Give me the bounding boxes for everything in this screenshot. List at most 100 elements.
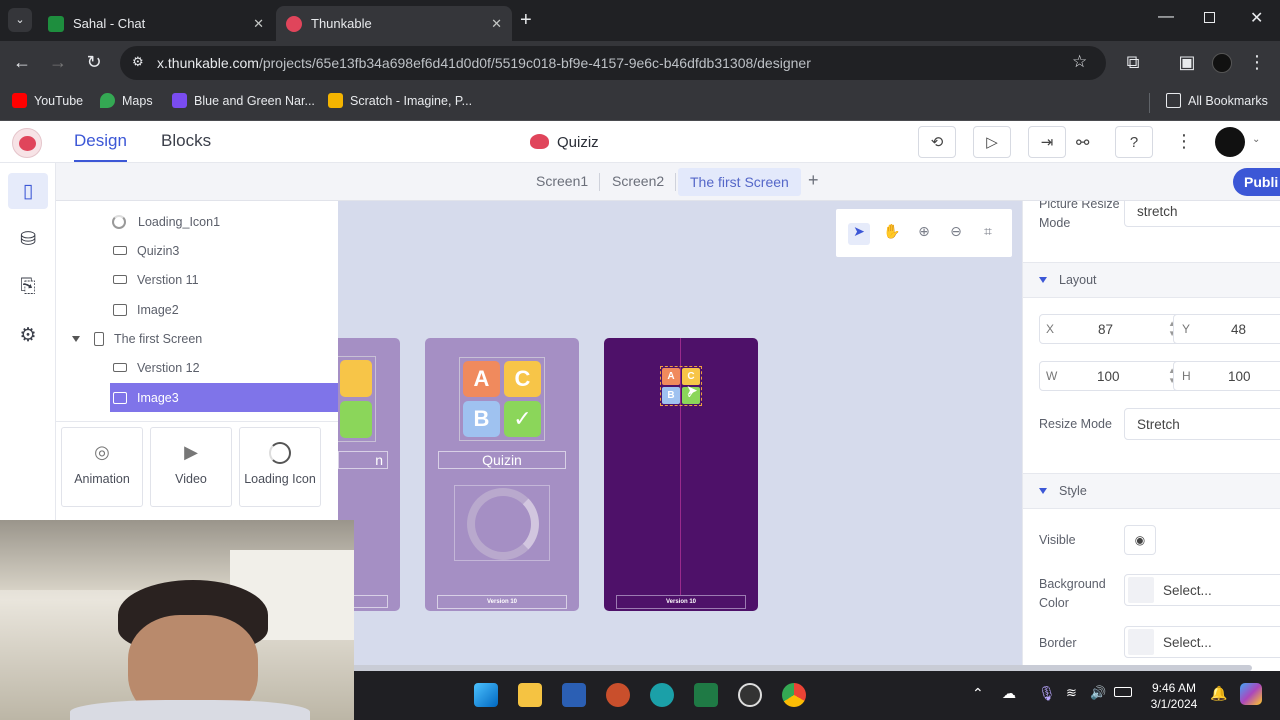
word-icon[interactable] (562, 683, 586, 707)
palette-video[interactable]: ▶ Video (150, 427, 232, 507)
volume-icon[interactable]: 🔊 (1090, 685, 1106, 701)
battery-icon[interactable] (1114, 687, 1132, 697)
obs-icon[interactable] (738, 683, 762, 707)
close-window-button[interactable]: ✕ (1250, 8, 1263, 28)
browser-tab-chat[interactable]: Sahal - Chat ✕ (38, 6, 274, 41)
notification-bell-icon[interactable]: 🔔 (1210, 685, 1227, 702)
y-field[interactable]: Y 48 (1173, 314, 1280, 344)
youtube-icon (12, 93, 27, 108)
select-pointer-icon[interactable]: ➤ (848, 223, 870, 245)
close-icon[interactable]: ✕ (491, 16, 502, 32)
bookmark-scratch[interactable]: Scratch - Imagine, P... (328, 93, 472, 108)
tree-item-screen[interactable]: The first Screen (72, 324, 338, 353)
bookmark-maps[interactable]: Maps (100, 93, 153, 108)
chat-favicon-icon (48, 15, 64, 32)
project-title[interactable]: Quiziz (557, 134, 599, 151)
screen-tab[interactable]: Screen1 (526, 171, 598, 191)
copilot-icon[interactable] (1240, 683, 1262, 705)
zoom-out-icon[interactable]: ⊖ (945, 223, 967, 245)
profile-avatar[interactable] (1212, 53, 1232, 73)
rail-settings-icon[interactable]: ⚙ (8, 317, 48, 353)
reload-icon[interactable]: ↻ (79, 52, 109, 73)
tab-design[interactable]: Design (74, 131, 127, 162)
tree-item[interactable]: Quizin3 (110, 236, 338, 265)
w-field[interactable]: W 100 ▲▼ (1039, 361, 1181, 391)
wifi-icon[interactable]: ≋ (1066, 685, 1077, 701)
tree-item[interactable]: Image2 (110, 295, 338, 324)
file-explorer-icon[interactable] (518, 683, 542, 707)
bookmark-canva[interactable]: Blue and Green Nar... (172, 93, 315, 108)
palette-loading-icon[interactable]: Loading Icon (239, 427, 321, 507)
visible-toggle[interactable]: ◉ (1124, 525, 1156, 555)
menu-kebab-icon[interactable]: ⋮ (1242, 52, 1272, 73)
background-color-label: Background Color (1039, 577, 1106, 610)
tab-search-button[interactable]: ⌄ (8, 8, 32, 32)
back-arrow-icon[interactable]: ← (7, 52, 37, 73)
restore-button[interactable] (1204, 12, 1215, 23)
bookmark-youtube[interactable]: YouTube (12, 93, 83, 108)
browser-tab-thunkable[interactable]: Thunkable ✕ (276, 6, 512, 41)
screen-tab[interactable]: Screen2 (602, 171, 674, 191)
chevron-up-icon[interactable]: ⌃ (972, 685, 984, 702)
address-bar[interactable]: ⚙ x.thunkable.com/projects/65e13fb34a698… (120, 46, 1106, 80)
style-section-header[interactable]: Style (1023, 473, 1280, 509)
close-icon[interactable]: ✕ (253, 16, 264, 32)
help-button[interactable]: ? (1115, 126, 1153, 158)
screen-preview-2[interactable]: A C B ✓ Quizin Version 10 (425, 338, 579, 611)
hand-pan-icon[interactable]: ✋ (881, 223, 903, 245)
expand-triangle-icon[interactable] (72, 335, 80, 342)
chrome-icon[interactable] (782, 683, 806, 707)
clock-time[interactable]: 9:46 AM (1144, 681, 1204, 695)
tree-item[interactable]: Verstion 12 (110, 353, 338, 382)
background-color-select[interactable]: Select... (1124, 574, 1280, 606)
palette-animation[interactable]: ◎ Animation (61, 427, 143, 507)
powerpoint-icon[interactable] (606, 683, 630, 707)
windows-start-icon[interactable] (474, 683, 498, 707)
cloud-icon[interactable]: ☁ (1002, 685, 1016, 702)
extensions-icon[interactable]: ⧉ (1118, 52, 1148, 73)
x-field[interactable]: X 87 ▲▼ (1039, 314, 1181, 344)
bookmark-star-icon[interactable]: ☆ (1072, 52, 1087, 72)
add-screen-button[interactable]: + (808, 170, 819, 191)
zoom-in-icon[interactable]: ⊕ (913, 223, 935, 245)
forward-arrow-icon[interactable]: → (43, 52, 73, 73)
select-value: Select... (1163, 582, 1212, 598)
tab-blocks[interactable]: Blocks (161, 131, 211, 151)
rail-assets-icon[interactable]: ⎘ (8, 269, 48, 305)
all-bookmarks[interactable]: All Bookmarks (1166, 93, 1268, 108)
tree-item[interactable]: Verstion 11 (110, 265, 338, 294)
resize-mode-select[interactable]: Stretch (1124, 408, 1280, 440)
fit-screen-icon[interactable]: ⌗ (977, 223, 999, 245)
picture-resize-select[interactable]: stretch (1124, 201, 1280, 227)
chevron-down-icon[interactable]: ⌄ (1252, 134, 1260, 145)
h-field[interactable]: H 100 (1173, 361, 1280, 391)
rail-data-icon[interactable]: ⛁ (8, 221, 48, 257)
screen-tab-active[interactable]: The first Screen (678, 168, 801, 196)
new-tab-button[interactable]: + (520, 9, 532, 32)
user-avatar[interactable] (1215, 127, 1245, 157)
screen-preview-3[interactable]: A C B ✓ ➤ Version 10 (604, 338, 758, 611)
download-button[interactable]: ⇥ (1028, 126, 1066, 158)
publish-button[interactable]: Publi (1233, 168, 1280, 196)
image-tiles (338, 356, 376, 442)
rail-screens-icon[interactable]: ▯ (8, 173, 48, 209)
share-icon[interactable]: ⚯ (1076, 133, 1089, 153)
history-button[interactable]: ⟲ (918, 126, 956, 158)
edge-icon[interactable] (650, 683, 674, 707)
design-canvas[interactable]: ➤ ✋ ⊕ ⊖ ⌗ n A C B ✓ Quizin Version 10 A … (338, 201, 1022, 671)
side-panel-icon[interactable]: ▣ (1172, 52, 1202, 73)
more-menu-icon[interactable]: ⋮ (1175, 131, 1193, 152)
microphone-icon[interactable]: 🎙 (1038, 685, 1056, 702)
clock-date[interactable]: 3/1/2024 (1144, 697, 1204, 711)
site-info-icon[interactable]: ⚙ (132, 54, 144, 70)
excel-icon[interactable] (694, 683, 718, 707)
resize-mode-label: Resize Mode (1039, 417, 1112, 431)
minimize-button[interactable]: — (1158, 8, 1174, 26)
tree-item-selected[interactable]: Image3 (110, 383, 338, 412)
tree-item[interactable]: Loading_Icon1 (110, 207, 338, 236)
layout-section-header[interactable]: Layout (1023, 262, 1280, 298)
thunkable-logo[interactable] (12, 128, 42, 158)
quizin-button: n (338, 451, 388, 469)
preview-button[interactable]: ▷ (973, 126, 1011, 158)
border-select[interactable]: Select... (1124, 626, 1280, 658)
